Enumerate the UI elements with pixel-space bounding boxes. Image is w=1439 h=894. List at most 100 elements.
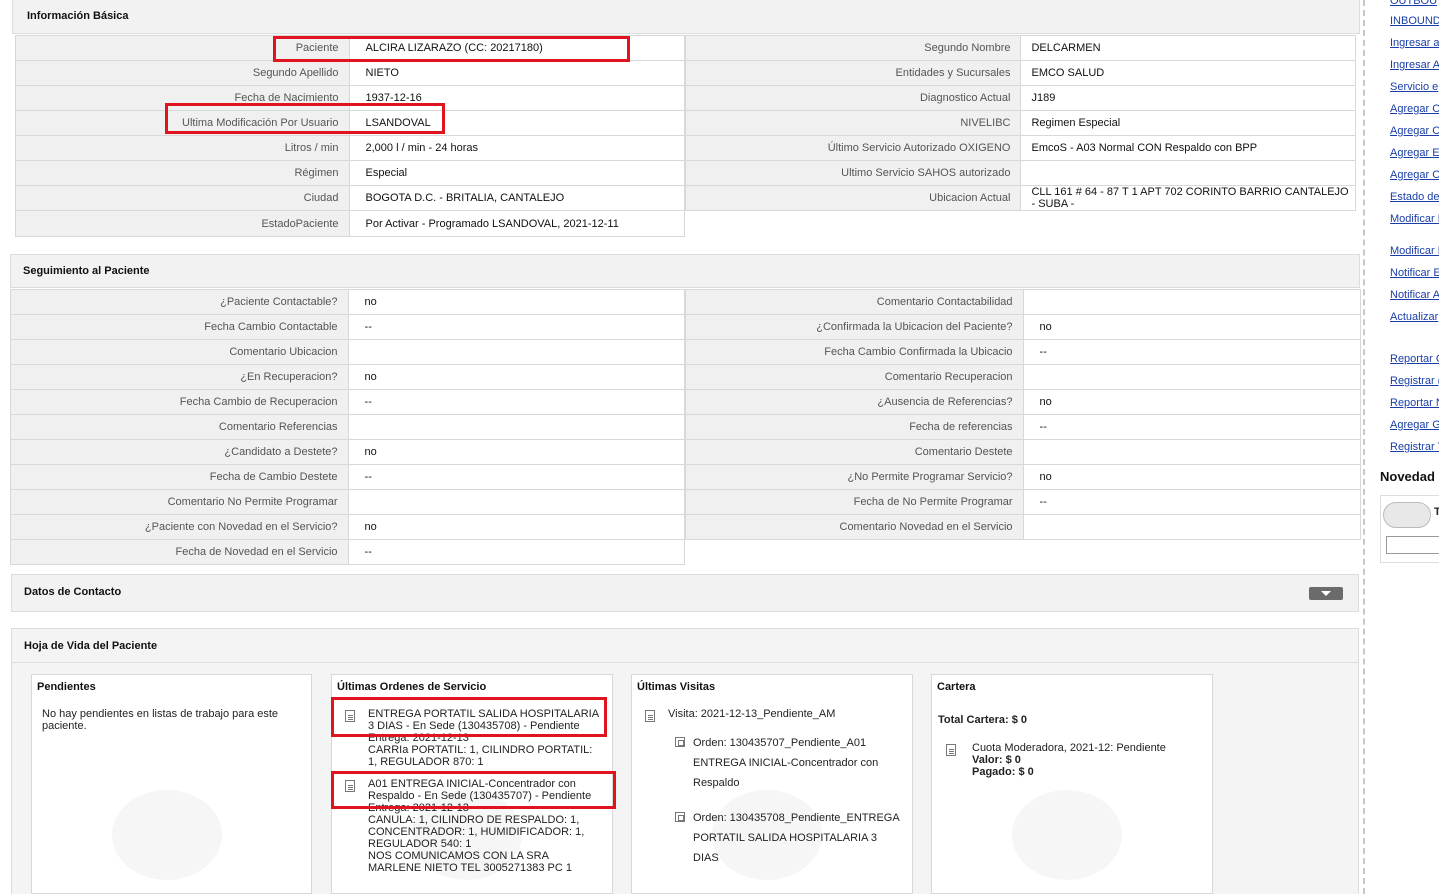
contact-panel[interactable] bbox=[11, 574, 1359, 612]
seguimiento-row: Comentario Destete bbox=[685, 439, 1362, 465]
visita-orden-1-l2: ENTREGA INICIAL-Concentrador con bbox=[693, 757, 879, 769]
seguimiento-value: no bbox=[347, 364, 686, 390]
seguimiento-value: -- bbox=[347, 539, 686, 565]
basic-info-label: Entidades y Sucursales bbox=[684, 60, 1022, 86]
seguimiento-label: Fecha de Cambio Destete bbox=[10, 464, 349, 490]
basic-info-label: Ultimo Servicio SAHOS autorizado bbox=[684, 160, 1022, 186]
seguimiento-value: -- bbox=[347, 464, 686, 490]
seguimiento-row: ¿Paciente Contactable? no bbox=[10, 289, 686, 315]
orden-2-line7: NOS COMUNICAMOS CON LA SRA bbox=[368, 850, 549, 862]
seguimiento-row: Comentario Ubicacion bbox=[10, 339, 686, 365]
sidebar-link[interactable]: Agregar G bbox=[1390, 419, 1439, 431]
sidebar-link[interactable]: Ingresar a bbox=[1390, 37, 1439, 49]
seguimiento-value bbox=[1022, 439, 1362, 465]
seguimiento-label: Fecha de Novedad en el Servicio bbox=[10, 539, 349, 565]
visita-link[interactable]: Visita: 2021-12-13_Pendiente_AM bbox=[668, 708, 835, 720]
basic-info-label: Segundo Apellido bbox=[15, 60, 350, 86]
seguimiento-row: Comentario No Permite Programar bbox=[10, 489, 686, 515]
basic-info-value: DELCARMEN bbox=[1020, 35, 1356, 61]
basic-info-row: EstadoPaciente Por Activar - Programado L… bbox=[15, 210, 685, 237]
sidebar-link[interactable]: Modificar I bbox=[1390, 213, 1439, 225]
ordenes-title: Últimas Ordenes de Servicio bbox=[337, 681, 487, 693]
sidebar-link[interactable]: Actualizar bbox=[1390, 311, 1438, 323]
seguimiento-value: no bbox=[1022, 314, 1362, 340]
basic-info-value: 2,000 l / min - 24 horas bbox=[348, 135, 685, 161]
novedad-widget: T bbox=[1380, 495, 1439, 563]
hoja-vida-divider bbox=[12, 662, 1358, 663]
basic-info-row: Segundo Nombre DELCARMEN bbox=[684, 35, 1356, 61]
sidebar-link[interactable]: Registrar T bbox=[1390, 441, 1439, 453]
seguimiento-row: Fecha Cambio Contactable -- bbox=[10, 314, 686, 340]
sidebar-link[interactable]: Ingresar A bbox=[1390, 59, 1439, 71]
sidebar-link[interactable]: Registrar ( bbox=[1390, 375, 1439, 387]
document-icon[interactable] bbox=[645, 710, 655, 722]
seguimiento-panel bbox=[10, 254, 1360, 288]
seguimiento-value: -- bbox=[1022, 339, 1362, 365]
main-content: Información Básica Paciente ALCIRA LIZARA… bbox=[0, 0, 1365, 894]
basic-info-row: Régimen Especial bbox=[15, 160, 685, 186]
right-sidebar: Novedad T OUTBOU INBOUND Ingresar a Ingresa… bbox=[1370, 0, 1439, 894]
visitas-title: Últimas Visitas bbox=[637, 681, 716, 693]
cartera-box: Cartera Total Cartera: $ 0 Cuota Moderad… bbox=[931, 674, 1213, 894]
orden-icon[interactable] bbox=[675, 737, 685, 747]
orden-1-line5: 1, REGULADOR 870: 1 bbox=[368, 756, 484, 768]
visita-orden-1-l1[interactable]: Orden: 130435707_Pendiente_A01 bbox=[693, 737, 866, 749]
basic-info-label: NIVELIBC bbox=[684, 110, 1022, 136]
cartera-cuota[interactable]: Cuota Moderadora, 2021-12: Pendiente bbox=[972, 742, 1166, 754]
basic-info-title: Información Básica bbox=[27, 10, 129, 22]
basic-info-value bbox=[1020, 160, 1356, 186]
basic-info-value: BOGOTA D.C. - BRITALIA, CANTALEJO bbox=[348, 185, 685, 211]
visitas-box: Últimas Visitas Visita: 2021-12-13_Pendi… bbox=[631, 674, 913, 894]
sidebar-link[interactable]: Reportar N bbox=[1390, 397, 1439, 409]
sidebar-link[interactable]: INBOUND bbox=[1390, 15, 1439, 27]
seguimiento-label: Fecha Cambio Confirmada la Ubicacio bbox=[685, 339, 1024, 365]
seguimiento-label: ¿Candidato a Destete? bbox=[10, 439, 349, 465]
visita-orden-1-l3: Respaldo bbox=[693, 777, 740, 789]
novedad-input[interactable] bbox=[1386, 536, 1439, 554]
seguimiento-label: ¿Ausencia de Referencias? bbox=[685, 389, 1024, 415]
document-icon[interactable] bbox=[946, 744, 956, 756]
seguimiento-label: Comentario Recuperacion bbox=[685, 364, 1024, 390]
basic-info-row: Entidades y Sucursales EMCO SALUD bbox=[684, 60, 1356, 86]
expand-toggle-icon[interactable] bbox=[1309, 587, 1343, 600]
paw-watermark bbox=[1012, 790, 1122, 880]
seguimiento-row: Fecha Cambio de Recuperacion -- bbox=[10, 389, 686, 415]
seguimiento-row: Comentario Novedad en el Servicio bbox=[685, 514, 1362, 540]
sidebar-link[interactable]: Agregar O bbox=[1390, 169, 1439, 181]
sidebar-link[interactable]: Notificar E bbox=[1390, 267, 1439, 279]
sidebar-link[interactable]: OUTBOU bbox=[1390, 0, 1437, 7]
basic-info-value: EMCO SALUD bbox=[1020, 60, 1356, 86]
basic-info-label: Diagnostico Actual bbox=[684, 85, 1022, 111]
seguimiento-label: ¿Paciente con Novedad en el Servicio? bbox=[10, 514, 349, 540]
seguimiento-left-table: ¿Paciente Contactable? no Fecha Cambio Con… bbox=[10, 289, 686, 565]
sidebar-link[interactable]: Notificar A bbox=[1390, 289, 1439, 301]
basic-info-label: EstadoPaciente bbox=[15, 210, 350, 237]
basic-info-value: J189 bbox=[1020, 85, 1356, 111]
seguimiento-value bbox=[347, 339, 686, 365]
seguimiento-label: Fecha de No Permite Programar bbox=[685, 489, 1024, 515]
basic-info-label: Último Servicio Autorizado OXIGENO bbox=[684, 135, 1022, 161]
seguimiento-value: -- bbox=[1022, 414, 1362, 440]
orden-2-line6: REGULADOR 540: 1 bbox=[368, 838, 472, 850]
pendientes-text: No hay pendientes en listas de trabajo p… bbox=[42, 708, 279, 732]
seguimiento-row: Comentario Recuperacion bbox=[685, 364, 1362, 390]
seguimiento-row: ¿En Recuperacion? no bbox=[10, 364, 686, 390]
sidebar-link[interactable]: Agregar E bbox=[1390, 147, 1439, 159]
cloud-label: T bbox=[1434, 506, 1439, 518]
sidebar-link[interactable]: Agregar C bbox=[1390, 125, 1439, 137]
sidebar-link[interactable]: Agregar C bbox=[1390, 103, 1439, 115]
orden-icon[interactable] bbox=[675, 812, 685, 822]
sidebar-link[interactable]: Servicio e bbox=[1390, 81, 1438, 93]
basic-info-row: Diagnostico Actual J189 bbox=[684, 85, 1356, 111]
sidebar-link[interactable]: Reportar C bbox=[1390, 353, 1439, 365]
seguimiento-value bbox=[1022, 364, 1362, 390]
visita-orden-2-l3: DIAS bbox=[693, 852, 719, 864]
seguimiento-label: Comentario Novedad en el Servicio bbox=[685, 514, 1024, 540]
visita-orden-2-l2: PORTATIL SALIDA HOSPITALARIA 3 bbox=[693, 832, 878, 844]
visita-orden-2-l1[interactable]: Orden: 130435708_Pendiente_ENTREGA bbox=[693, 812, 900, 824]
highlight-ultima-modificacion bbox=[165, 103, 445, 134]
seguimiento-value: no bbox=[347, 289, 686, 315]
sidebar-link[interactable]: Estado de bbox=[1390, 191, 1439, 203]
sidebar-link[interactable]: Modificar I bbox=[1390, 245, 1439, 257]
seguimiento-label: Fecha Cambio Contactable bbox=[10, 314, 349, 340]
